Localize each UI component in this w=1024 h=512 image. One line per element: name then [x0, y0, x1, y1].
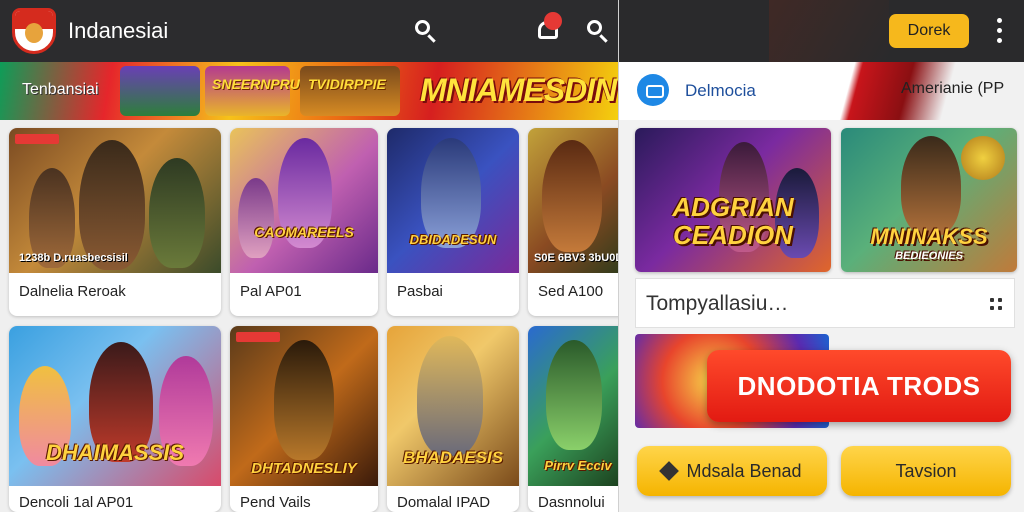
- game-art: S0E 6BV3 3bU0D0: [528, 128, 618, 273]
- app-title: Indanesiai: [68, 18, 169, 43]
- featured-title-line1: MNINAKSS: [870, 224, 988, 249]
- game-art: Pirrv Ecciv: [528, 326, 618, 486]
- game-logo-text: CAOMAREELS: [254, 224, 354, 240]
- game-overlay-text: 1238b D.ruasbecsisil: [19, 252, 128, 264]
- secondary-button-label: Mdsala Benad: [686, 461, 802, 481]
- banner-hero-art: [120, 66, 200, 116]
- game-caption: Pend Vails: [240, 494, 311, 511]
- game-art: CAOMAREELS: [230, 128, 378, 273]
- featured-title-line2: BEDIEONIES: [895, 250, 963, 262]
- game-caption: Dasnnolui: [538, 494, 605, 511]
- banner-game-logo: TVIDIRPPIE: [308, 76, 386, 92]
- tertiary-button[interactable]: Tavsion: [841, 446, 1011, 496]
- banner-game-logo: SNEERNPRUI: [212, 76, 304, 92]
- game-caption: Dalnelia Reroak: [19, 283, 126, 300]
- game-card[interactable]: CAOMAREELS Pal AP01: [230, 128, 378, 316]
- featured-title-line2: CEADION: [673, 220, 793, 250]
- chat-icon: [637, 74, 669, 106]
- game-art: BHADAESIS: [387, 326, 519, 486]
- game-art: 1238b D.ruasbecsisil: [9, 128, 221, 273]
- diamond-icon: [659, 461, 680, 481]
- category-right-label: Amerianie (PP: [901, 80, 1005, 97]
- grid-icon[interactable]: [990, 298, 1002, 310]
- game-art: DBIDADESUN: [387, 128, 519, 273]
- game-art: DHAIMASSIS: [9, 326, 221, 486]
- hot-tag: [236, 332, 280, 342]
- game-card[interactable]: 1238b D.ruasbecsisil Dalnelia Reroak: [9, 128, 221, 316]
- game-logo-text: BHADAESIS: [402, 448, 504, 467]
- game-caption: Pal AP01: [240, 283, 302, 300]
- search-icon: [587, 20, 602, 35]
- game-logo-text: DHTADNESLIY: [251, 460, 357, 477]
- search-icon: [415, 20, 430, 35]
- category-label: Delmocia: [685, 81, 756, 100]
- featured-game-card[interactable]: ADGRIAN CEADION: [635, 128, 831, 272]
- search-suggestion-text: Tompyallasiu…: [646, 292, 789, 315]
- promo-banner[interactable]: Tenbansiai SNEERNPRUI TVIDIRPPIE MNIAMES…: [0, 62, 618, 120]
- game-caption: Pasbai: [397, 283, 443, 300]
- app-logo[interactable]: [12, 8, 56, 54]
- game-card[interactable]: DHAIMASSIS Dencoli 1al AP01: [9, 326, 221, 512]
- top-app-bar-right: Dorek: [619, 0, 1024, 62]
- search-button[interactable]: [408, 14, 442, 48]
- game-card[interactable]: DHTADNESLIY Pend Vails: [230, 326, 378, 512]
- game-art: DHTADNESLIY: [230, 326, 378, 486]
- featured-game-card[interactable]: MNINAKSS BEDIEONIES: [841, 128, 1017, 272]
- game-logo-text: DHAIMASSIS: [45, 440, 185, 465]
- game-caption: Domalal IPAD: [397, 494, 491, 511]
- primary-cta-button[interactable]: DNODOTIA TRODS: [707, 350, 1011, 422]
- top-app-bar: Indanesiai: [0, 0, 618, 62]
- game-caption: Sed A100: [538, 283, 604, 300]
- left-app-panel: Indanesiai Tenbansiai SNEERNPRUI TVIDIRP…: [0, 0, 618, 512]
- right-app-panel: Dorek Delmocia Amerianie (PP ADGRIAN CEA…: [618, 0, 1024, 512]
- game-overlay-text: S0E 6BV3 3bU0D0: [534, 252, 618, 264]
- notification-badge: [544, 12, 562, 30]
- more-vert-icon: [996, 18, 1002, 23]
- deck-button[interactable]: Dorek: [889, 14, 969, 48]
- search-suggestion-box[interactable]: Tompyallasiu…: [635, 278, 1015, 328]
- game-card[interactable]: Pirrv Ecciv Dasnnolui: [528, 326, 618, 512]
- game-card[interactable]: S0E 6BV3 3bU0D0 Sed A100: [528, 128, 618, 316]
- featured-title-line1: ADGRIAN: [672, 192, 794, 222]
- screen: Indanesiai Tenbansiai SNEERNPRUI TVIDIRP…: [0, 0, 1024, 512]
- game-card[interactable]: BHADAESIS Domalal IPAD: [387, 326, 519, 512]
- secondary-button[interactable]: Mdsala Benad: [637, 446, 827, 496]
- game-caption: Dencoli 1al AP01: [19, 494, 134, 511]
- notifications-button[interactable]: [530, 12, 564, 48]
- search-button-secondary[interactable]: [580, 14, 614, 48]
- hot-tag: [15, 134, 59, 144]
- game-logo-text: Pirrv Ecciv: [544, 458, 612, 473]
- banner-title: MNIAMESDIN: [420, 72, 617, 108]
- banner-label: Tenbansiai: [22, 81, 99, 98]
- more-options-button[interactable]: [991, 16, 1007, 46]
- shield-emblem-icon: [961, 136, 1005, 180]
- game-logo-text: DBIDADESUN: [409, 232, 497, 247]
- tertiary-button-label: Tavsion: [895, 461, 957, 481]
- game-card[interactable]: DBIDADESUN Pasbai: [387, 128, 519, 316]
- category-band[interactable]: Delmocia Amerianie (PP: [619, 62, 1024, 120]
